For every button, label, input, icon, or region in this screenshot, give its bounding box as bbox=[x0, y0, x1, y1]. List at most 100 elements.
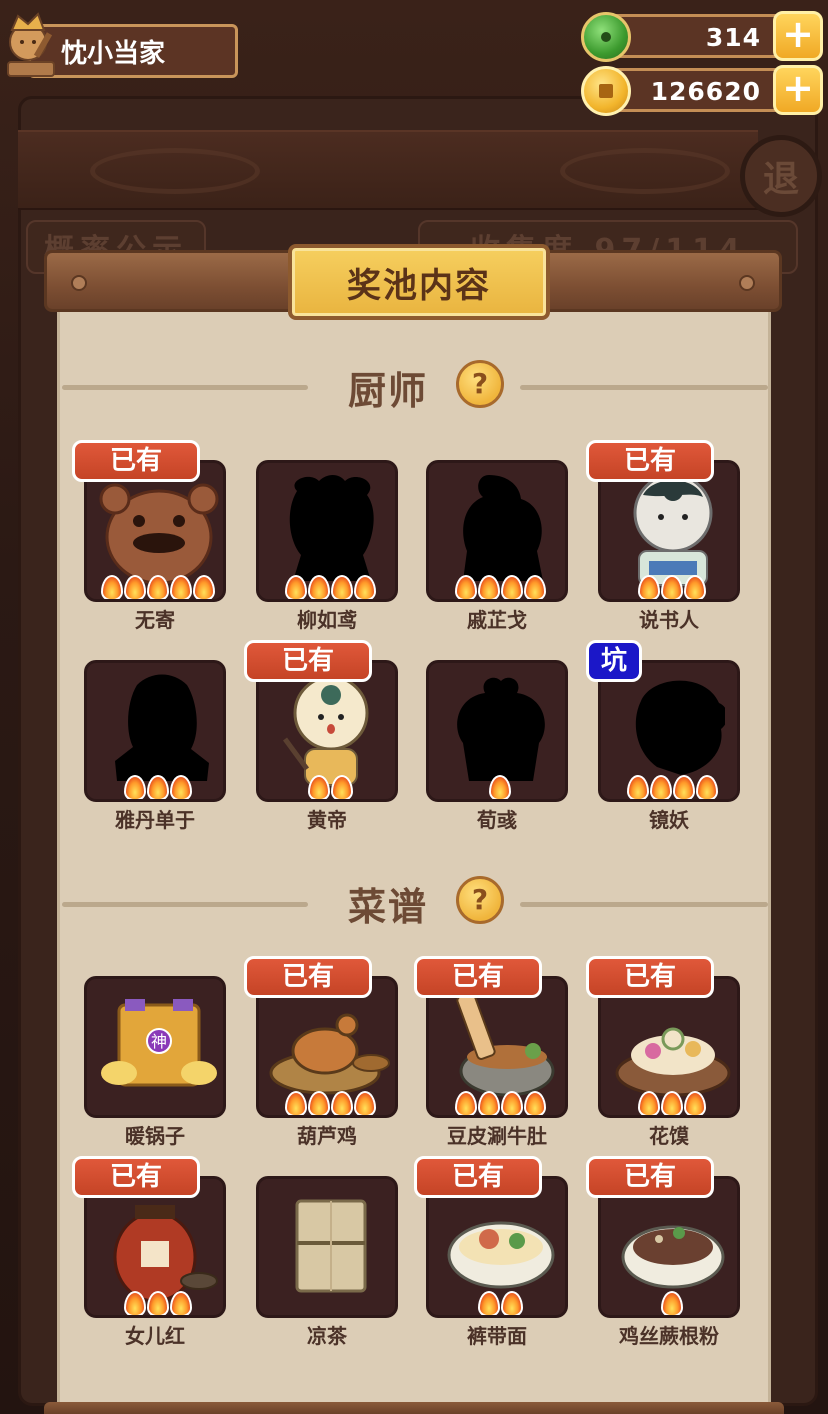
recipe-name: 凉茶 bbox=[307, 1324, 347, 1348]
dialog-bottom-rail bbox=[44, 1402, 784, 1414]
flame-icon bbox=[454, 575, 477, 599]
chef-name: 柳如鸢 bbox=[297, 608, 357, 632]
recipe-name: 鸡丝蕨根粉 bbox=[619, 1324, 719, 1348]
recipe-name: 豆皮涮牛肚 bbox=[447, 1124, 547, 1148]
flame-icon bbox=[124, 575, 146, 599]
recipes-help-icon[interactable]: ? bbox=[456, 876, 504, 924]
flame-icon bbox=[661, 575, 683, 599]
add-gold-button[interactable]: + bbox=[773, 65, 823, 115]
flame-icon bbox=[330, 775, 353, 799]
gold-amount: 126620 bbox=[650, 77, 761, 106]
flame-icon bbox=[489, 775, 511, 799]
chef-name: 雅丹单于 bbox=[115, 808, 195, 832]
section-divider bbox=[62, 902, 308, 907]
dialog-title-plate: 奖池内容 bbox=[288, 244, 550, 320]
flame-icon bbox=[695, 775, 718, 799]
flame-icon bbox=[284, 575, 307, 599]
flame-icon bbox=[307, 575, 330, 599]
jade-coin-icon bbox=[581, 12, 631, 62]
owned-badge: 已有 bbox=[586, 956, 714, 998]
flame-icon bbox=[101, 575, 123, 599]
flame-icon bbox=[353, 1091, 376, 1115]
flame-icon bbox=[170, 1291, 192, 1315]
owned-badge: 已有 bbox=[72, 1156, 200, 1198]
recipe-name: 裤带面 bbox=[467, 1324, 527, 1348]
background-swirl-ornament bbox=[90, 148, 260, 194]
flame-icon bbox=[500, 1291, 523, 1315]
flame-icon bbox=[307, 1091, 330, 1115]
flame-icon bbox=[523, 575, 546, 599]
background-swirl-ornament bbox=[560, 148, 730, 194]
player-name: 忱小当家 bbox=[61, 38, 166, 69]
rarity-flames bbox=[601, 1091, 737, 1115]
flame-icon bbox=[147, 1291, 169, 1315]
chef-name: 说书人 bbox=[639, 608, 699, 632]
flame-icon bbox=[672, 775, 695, 799]
flame-icon bbox=[684, 1091, 706, 1115]
owned-badge: 已有 bbox=[244, 956, 372, 998]
rarity-flames bbox=[429, 1091, 565, 1115]
flame-icon bbox=[638, 1091, 660, 1115]
flame-icon bbox=[523, 1091, 546, 1115]
special-badge: 坑 bbox=[586, 640, 642, 682]
flame-icon bbox=[684, 575, 706, 599]
flame-icon bbox=[477, 575, 500, 599]
chef-name: 荀彧 bbox=[477, 808, 517, 832]
flame-icon bbox=[477, 1291, 500, 1315]
gold-currency-bar: 126620 + bbox=[581, 65, 823, 116]
flame-icon bbox=[307, 775, 330, 799]
flame-icon bbox=[500, 575, 523, 599]
rarity-flames bbox=[429, 775, 565, 799]
chef-portrait bbox=[256, 460, 398, 602]
rarity-flames bbox=[259, 575, 395, 599]
owned-badge: 已有 bbox=[72, 440, 200, 482]
chef-name: 黄帝 bbox=[307, 808, 347, 832]
owned-badge: 已有 bbox=[414, 956, 542, 998]
recipe-name: 葫芦鸡 bbox=[297, 1124, 357, 1148]
background-back-button: 退 bbox=[740, 135, 822, 217]
rarity-flames bbox=[259, 1091, 395, 1115]
recipe-portrait bbox=[256, 1176, 398, 1318]
chef-portrait bbox=[84, 660, 226, 802]
flame-icon bbox=[147, 575, 169, 599]
chef-portrait bbox=[426, 660, 568, 802]
owned-badge: 已有 bbox=[586, 1156, 714, 1198]
recipe-name: 女儿红 bbox=[125, 1324, 185, 1348]
player-avatar-icon[interactable] bbox=[4, 12, 62, 80]
flame-icon bbox=[477, 1091, 500, 1115]
add-jade-button[interactable]: + bbox=[773, 11, 823, 61]
svg-text:神: 神 bbox=[151, 1032, 167, 1051]
owned-badge: 已有 bbox=[586, 440, 714, 482]
chefs-help-icon[interactable]: ? bbox=[456, 360, 504, 408]
flame-icon bbox=[626, 775, 649, 799]
rarity-flames bbox=[87, 1291, 223, 1315]
flame-icon bbox=[330, 575, 353, 599]
flame-icon bbox=[454, 1091, 477, 1115]
flame-icon bbox=[638, 575, 660, 599]
flame-icon bbox=[284, 1091, 307, 1115]
flame-icon bbox=[170, 775, 192, 799]
chef-name: 无寄 bbox=[135, 608, 175, 632]
flame-icon bbox=[661, 1091, 683, 1115]
chefs-section-title: 厨师 bbox=[348, 369, 429, 413]
flame-icon bbox=[170, 575, 192, 599]
section-divider bbox=[520, 385, 768, 390]
chef-portrait bbox=[426, 460, 568, 602]
nail-icon bbox=[71, 275, 87, 291]
recipe-name: 花馍 bbox=[649, 1124, 689, 1148]
recipe-portrait: 神 bbox=[84, 976, 226, 1118]
section-divider bbox=[62, 385, 308, 390]
flame-icon bbox=[124, 775, 146, 799]
flame-icon bbox=[353, 575, 376, 599]
gold-coin-icon bbox=[581, 66, 631, 116]
recipes-section-title: 菜谱 bbox=[348, 885, 429, 929]
section-divider bbox=[520, 902, 768, 907]
rarity-flames bbox=[429, 575, 565, 599]
rarity-flames bbox=[429, 1291, 565, 1315]
nail-icon bbox=[739, 275, 755, 291]
flame-icon bbox=[330, 1091, 353, 1115]
owned-badge: 已有 bbox=[414, 1156, 542, 1198]
jade-currency-bar: 314 + bbox=[581, 11, 823, 62]
flame-icon bbox=[500, 1091, 523, 1115]
jade-amount: 314 bbox=[705, 23, 761, 52]
